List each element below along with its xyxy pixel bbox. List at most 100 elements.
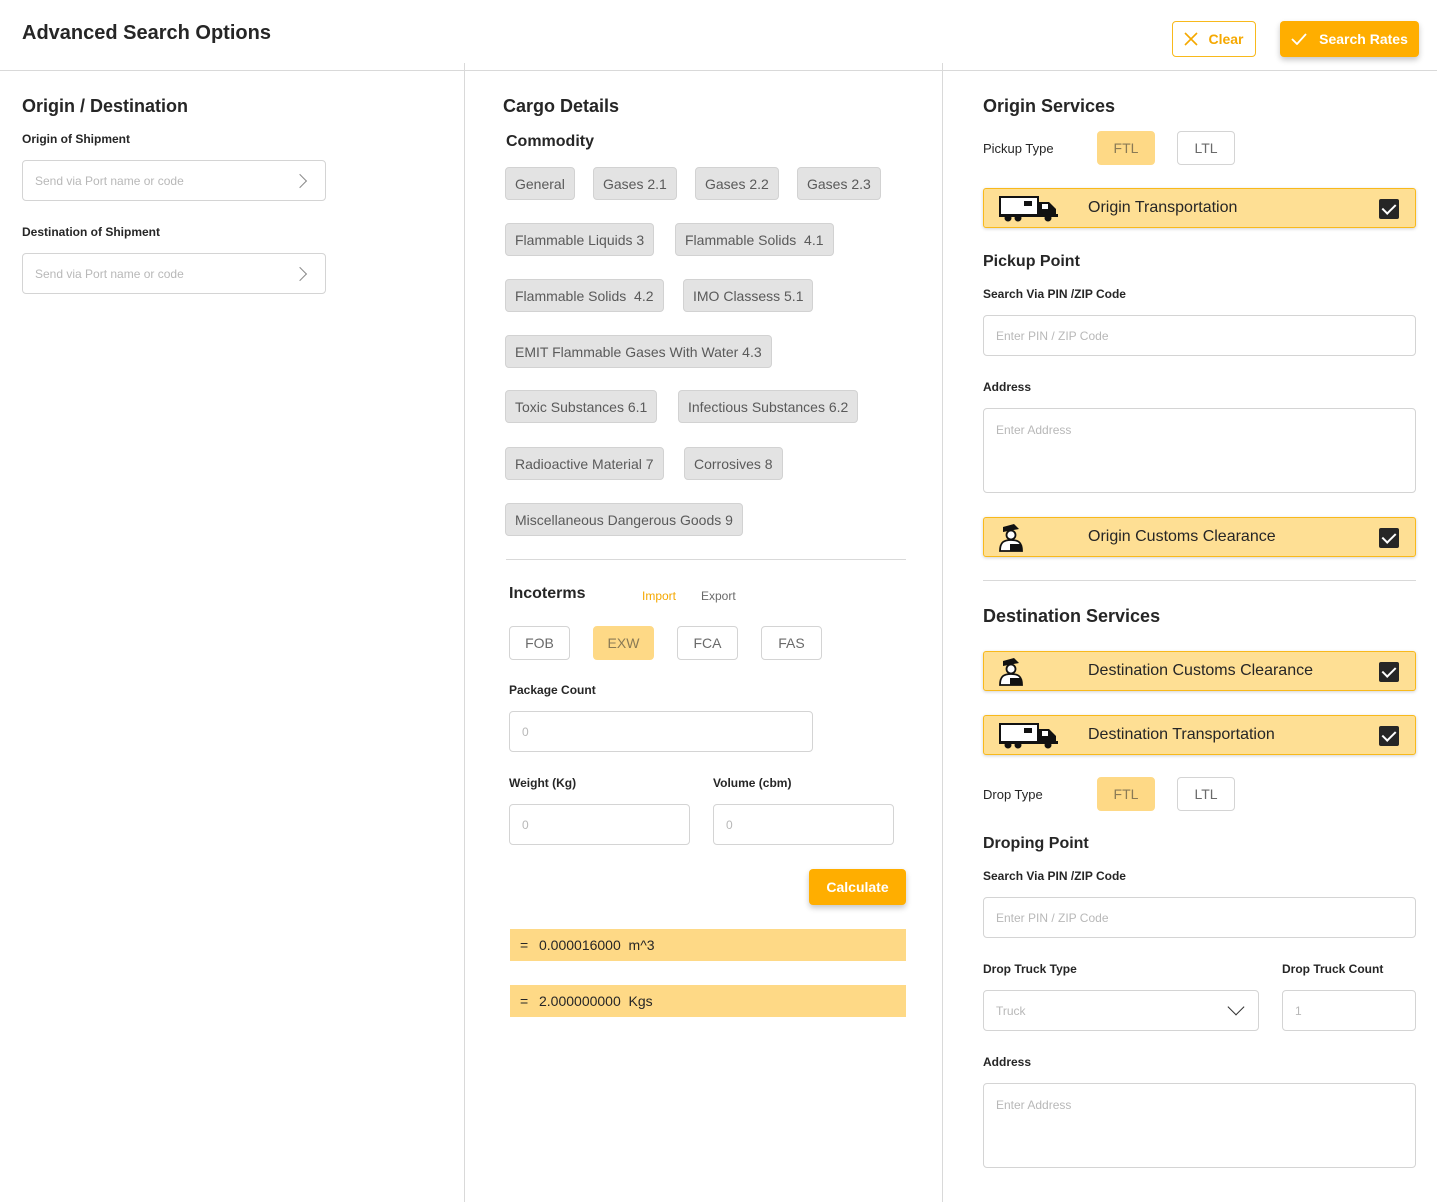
customs-officer-icon xyxy=(999,524,1023,552)
destination-label: Destination of Shipment xyxy=(22,225,160,239)
drop-truck-count-input[interactable]: 1 xyxy=(1282,990,1416,1031)
destination-customs-checkbox[interactable] xyxy=(1379,662,1399,682)
header-divider xyxy=(0,70,1437,71)
result-value: 2.000000000 Kgs xyxy=(539,993,653,1009)
incoterm-fob[interactable]: FOB xyxy=(509,626,570,660)
weight-placeholder: 0 xyxy=(522,817,529,832)
result-equals: = xyxy=(520,937,529,953)
origin-destination-title: Origin / Destination xyxy=(22,96,189,116)
origin-transportation-checkbox[interactable] xyxy=(1379,199,1399,219)
close-icon xyxy=(1184,32,1199,46)
drop-truck-type-value: Truck xyxy=(996,1003,1026,1018)
origin-transportation-toggle[interactable]: Origin Transportation xyxy=(983,188,1416,228)
commodity-chip[interactable]: IMO Classess 5.1 xyxy=(683,279,814,312)
result-equals: = xyxy=(520,993,529,1009)
cargo-details-title: Cargo Details xyxy=(503,96,620,116)
search-rates-button[interactable]: Search Rates xyxy=(1280,21,1419,57)
drop-truck-type-label: Drop Truck Type xyxy=(983,962,1077,976)
calculate-button[interactable]: Calculate xyxy=(809,869,906,905)
drop-pin-label: Search Via PIN /ZIP Code xyxy=(983,869,1126,883)
commodity-title: Commodity xyxy=(506,133,594,150)
pickup-ltl-toggle[interactable]: LTL xyxy=(1177,131,1235,165)
customs-officer-icon xyxy=(999,658,1023,686)
origin-services-title: Origin Services xyxy=(983,96,1116,116)
clear-button-label: Clear xyxy=(1208,31,1244,47)
commodity-chip[interactable]: Flammable Solids 4.2 xyxy=(505,279,664,312)
origin-placeholder: Send via Port name or code xyxy=(35,173,184,188)
origin-customs-toggle[interactable]: Origin Customs Clearance xyxy=(983,517,1416,557)
drop-address-input[interactable]: Enter Address xyxy=(983,1083,1416,1168)
drop-truck-type-select[interactable]: Truck xyxy=(983,990,1259,1031)
weight-input[interactable]: 0 xyxy=(509,804,690,845)
commodity-chip[interactable]: Corrosives 8 xyxy=(684,447,783,480)
destination-services-title: Destination Services xyxy=(983,606,1161,626)
pickup-pin-label: Search Via PIN /ZIP Code xyxy=(983,287,1126,301)
package-count-placeholder: 0 xyxy=(522,724,529,739)
chevron-down-icon xyxy=(1227,998,1245,1016)
drop-ltl-toggle[interactable]: LTL xyxy=(1177,777,1235,811)
pickup-address-placeholder: Enter Address xyxy=(996,423,1072,437)
pickup-type-label: Pickup Type xyxy=(983,141,1054,156)
origin-input[interactable]: Send via Port name or code xyxy=(22,160,326,201)
search-rates-label: Search Rates xyxy=(1319,31,1408,47)
result-value: 0.000016000 m^3 xyxy=(539,937,655,953)
commodity-chip[interactable]: Toxic Substances 6.1 xyxy=(505,390,658,423)
commodity-chip[interactable]: Flammable Liquids 3 xyxy=(505,223,655,256)
column-divider-2 xyxy=(942,63,943,1202)
destination-placeholder: Send via Port name or code xyxy=(35,266,184,281)
chevron-right-icon xyxy=(292,266,308,281)
destination-input[interactable]: Send via Port name or code xyxy=(22,253,326,294)
origin-transportation-label: Origin Transportation xyxy=(1088,199,1238,216)
volume-placeholder: 0 xyxy=(726,817,733,832)
export-tab[interactable]: Export xyxy=(701,589,736,603)
origin-customs-label: Origin Customs Clearance xyxy=(1088,528,1276,545)
commodity-chip[interactable]: Gases 2.1 xyxy=(593,167,677,200)
commodity-chip[interactable]: Gases 2.2 xyxy=(695,167,779,200)
drop-truck-count-label: Drop Truck Count xyxy=(1282,962,1384,976)
commodity-chip[interactable]: Infectious Substances 6.2 xyxy=(678,390,859,423)
pickup-point-title: Pickup Point xyxy=(983,253,1080,270)
destination-transportation-checkbox[interactable] xyxy=(1379,726,1399,746)
drop-type-label: Drop Type xyxy=(983,787,1043,802)
check-icon xyxy=(1291,33,1307,45)
volume-result: = 0.000016000 m^3 xyxy=(510,929,906,961)
import-tab[interactable]: Import xyxy=(642,589,676,603)
destination-customs-toggle[interactable]: Destination Customs Clearance xyxy=(983,651,1416,691)
drop-pin-input[interactable]: Enter PIN / ZIP Code xyxy=(983,897,1416,938)
pickup-pin-placeholder: Enter PIN / ZIP Code xyxy=(996,328,1109,343)
page-title: Advanced Search Options xyxy=(22,22,271,44)
drop-address-label: Address xyxy=(983,1055,1032,1069)
chevron-right-icon xyxy=(292,173,308,188)
commodity-chip[interactable]: General xyxy=(505,167,575,200)
destination-transportation-label: Destination Transportation xyxy=(1088,726,1275,743)
volume-label: Volume (cbm) xyxy=(713,776,792,790)
weight-label: Weight (Kg) xyxy=(509,776,577,790)
package-count-input[interactable]: 0 xyxy=(509,711,813,752)
pickup-pin-input[interactable]: Enter PIN / ZIP Code xyxy=(983,315,1416,356)
volume-input[interactable]: 0 xyxy=(713,804,894,845)
commodity-chip[interactable]: EMIT Flammable Gases With Water 4.3 xyxy=(505,335,772,368)
weight-result: = 2.000000000 Kgs xyxy=(510,985,906,1017)
origin-customs-checkbox[interactable] xyxy=(1379,528,1399,548)
incoterm-exw[interactable]: EXW xyxy=(593,626,654,660)
cargo-divider xyxy=(506,559,906,560)
pickup-ftl-toggle[interactable]: FTL xyxy=(1097,131,1155,165)
commodity-chip[interactable]: Gases 2.3 xyxy=(797,167,881,200)
clear-button[interactable]: Clear xyxy=(1172,21,1256,57)
drop-truck-count-placeholder: 1 xyxy=(1295,1003,1302,1018)
commodity-chip[interactable]: Miscellaneous Dangerous Goods 9 xyxy=(505,503,743,536)
package-count-label: Package Count xyxy=(509,683,596,697)
commodity-chip[interactable]: Radioactive Material 7 xyxy=(505,447,664,480)
drop-address-placeholder: Enter Address xyxy=(996,1098,1072,1112)
pickup-address-input[interactable]: Enter Address xyxy=(983,408,1416,493)
drop-ftl-toggle[interactable]: FTL xyxy=(1097,777,1155,811)
pickup-address-label: Address xyxy=(983,380,1032,394)
truck-icon xyxy=(999,196,1058,222)
incoterm-fas[interactable]: FAS xyxy=(761,626,822,660)
droping-point-title: Droping Point xyxy=(983,835,1089,852)
column-divider-1 xyxy=(464,63,465,1202)
services-divider xyxy=(983,580,1416,581)
destination-transportation-toggle[interactable]: Destination Transportation xyxy=(983,715,1416,755)
incoterm-fca[interactable]: FCA xyxy=(677,626,738,660)
commodity-chip[interactable]: Flammable Solids 4.1 xyxy=(675,223,834,256)
